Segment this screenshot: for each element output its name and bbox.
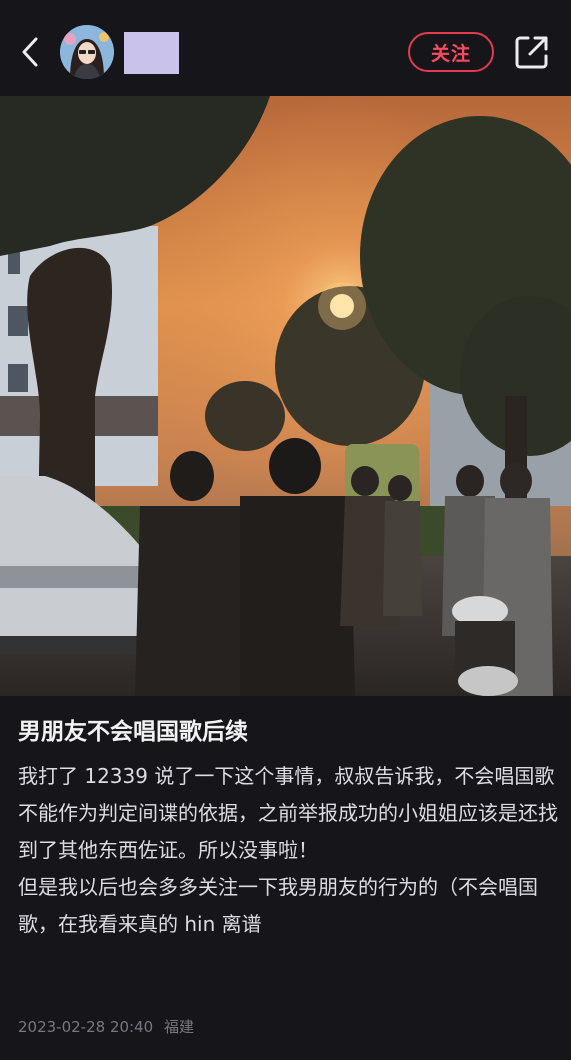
post-body: 我打了 12339 说了一下这个事情，叔叔告诉我，不会唱国歌不能作为判定间谍的依… <box>18 764 558 936</box>
top-bar: 关注 <box>0 0 571 96</box>
chevron-left-icon <box>22 37 38 67</box>
back-button[interactable] <box>12 30 48 74</box>
post-location: 福建 <box>163 1018 194 1036</box>
username-redacted <box>124 32 179 74</box>
share-button[interactable] <box>512 32 552 72</box>
post-photo[interactable] <box>0 96 571 696</box>
post-meta: 2023-02-28 20:40 福建 <box>18 1016 194 1037</box>
avatar-image <box>60 25 114 79</box>
sunset-street-photo <box>0 96 571 696</box>
post-title: 男朋友不会唱国歌后续 <box>18 719 248 745</box>
avatar[interactable] <box>60 25 114 79</box>
post-content: 男朋友不会唱国歌后续 我打了 12339 说了一下这个事情，叔叔告诉我，不会唱国… <box>18 696 558 943</box>
follow-button[interactable]: 关注 <box>408 32 494 72</box>
share-icon <box>515 36 548 69</box>
post-date: 2023-02-28 20:40 <box>18 1018 154 1036</box>
